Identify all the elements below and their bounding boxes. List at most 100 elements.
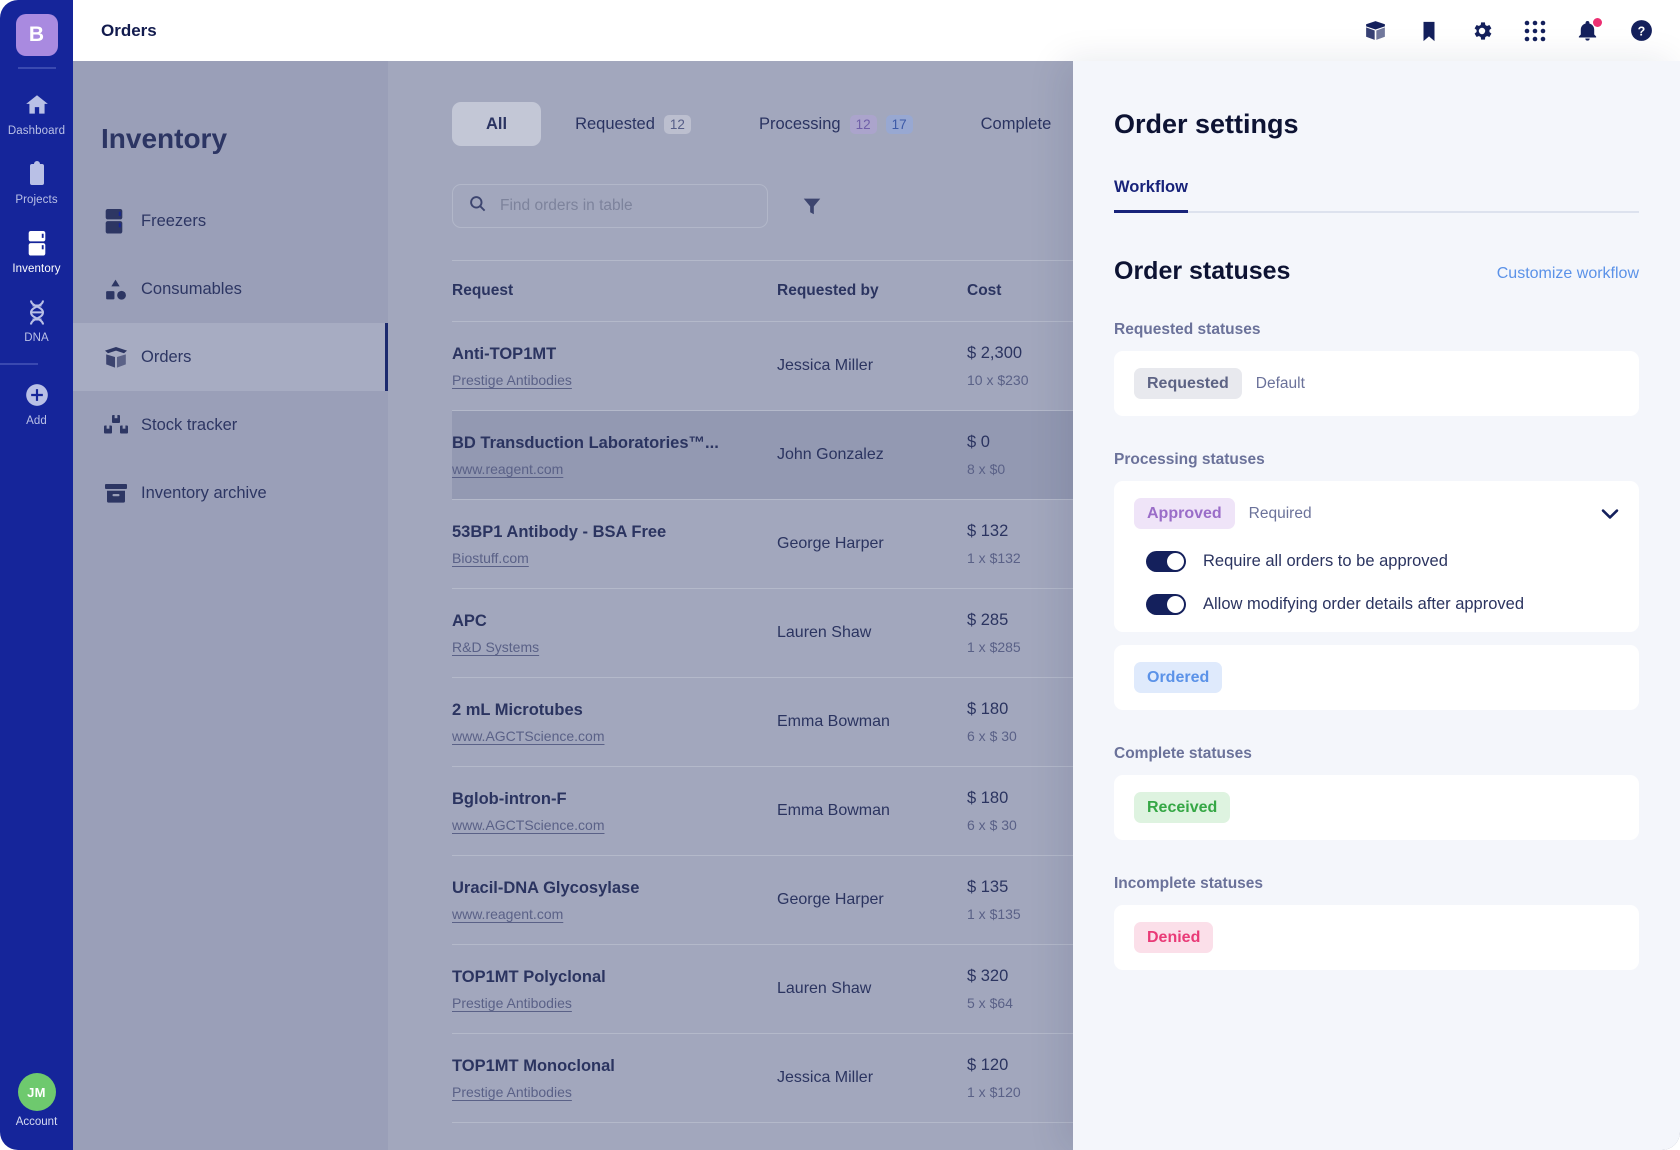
status-card[interactable]: Received bbox=[1114, 775, 1639, 840]
status-card[interactable]: Denied bbox=[1114, 905, 1639, 970]
account-label: Account bbox=[15, 1116, 58, 1128]
rail-item-label: Add bbox=[26, 415, 47, 427]
svg-text:?: ? bbox=[1638, 24, 1646, 38]
open-box-icon bbox=[103, 345, 141, 369]
top-bar: Orders ? bbox=[73, 0, 1680, 61]
tab-workflow[interactable]: Workflow bbox=[1114, 178, 1188, 213]
tab-label: Processing bbox=[758, 114, 841, 133]
account-button[interactable]: JM Account bbox=[0, 1073, 73, 1128]
fridge-icon bbox=[26, 228, 48, 258]
status-card[interactable]: Approved Required Require all orders to be… bbox=[1114, 481, 1639, 632]
order-vendor-link[interactable]: Prestige Antibodies bbox=[452, 1084, 777, 1100]
help-icon[interactable]: ? bbox=[1629, 18, 1654, 43]
status-card-header: Approved Required bbox=[1134, 498, 1619, 529]
status-chip[interactable]: Ordered bbox=[1134, 662, 1223, 693]
subnav-list: Freezers Consumables Orders Stock tracker In… bbox=[73, 187, 388, 527]
boxes-icon bbox=[103, 413, 141, 437]
rail-divider-top bbox=[17, 67, 56, 69]
shapes-icon bbox=[103, 277, 141, 302]
order-vendor-link[interactable]: www.reagent.com bbox=[452, 906, 777, 922]
order-title: Bglob-intron-F bbox=[452, 789, 567, 808]
order-settings-panel: Order settings Workflow Order statuses C… bbox=[1073, 61, 1680, 1150]
subnav-item-stock-tracker[interactable]: Stock tracker bbox=[73, 391, 388, 459]
search-input[interactable]: Find orders in table bbox=[452, 184, 768, 228]
toggle-switch[interactable] bbox=[1146, 551, 1186, 572]
tab-complete[interactable]: Complete bbox=[947, 102, 1086, 146]
home-icon bbox=[24, 90, 50, 120]
customize-workflow-link[interactable]: Customize workflow bbox=[1497, 265, 1639, 286]
rail-item-label: Dashboard bbox=[7, 125, 66, 137]
status-chip[interactable]: Received bbox=[1134, 792, 1231, 823]
search-placeholder: Find orders in table bbox=[500, 197, 633, 214]
dna-icon bbox=[25, 297, 49, 327]
bookmark-icon[interactable] bbox=[1418, 19, 1440, 43]
tab-badge: 12 bbox=[849, 114, 877, 134]
status-chip[interactable]: Denied bbox=[1134, 922, 1214, 953]
toggle-label: Allow modifying order details after appr… bbox=[1203, 595, 1525, 613]
status-group-label: Complete statuses bbox=[1114, 745, 1252, 762]
column-header-request[interactable]: Request bbox=[452, 282, 777, 300]
subnav-item-label: Orders bbox=[141, 347, 192, 366]
order-requested-by: Jessica Miller bbox=[777, 357, 874, 374]
order-requested-by: Lauren Shaw bbox=[777, 980, 872, 997]
chevron-down-icon[interactable] bbox=[1601, 508, 1619, 520]
apps-grid-icon[interactable] bbox=[1524, 20, 1546, 42]
tab-badge: 12 bbox=[663, 114, 691, 134]
rail-item-dashboard[interactable]: Dashboard bbox=[0, 77, 73, 146]
panel-tabs: Workflow bbox=[1114, 178, 1639, 213]
status-chip[interactable]: Requested bbox=[1134, 368, 1242, 399]
order-vendor-link[interactable]: Prestige Antibodies bbox=[452, 372, 777, 388]
tab-all[interactable]: All bbox=[452, 102, 542, 146]
status-card[interactable]: Ordered bbox=[1114, 645, 1639, 710]
order-title: Anti-TOP1MT bbox=[452, 344, 557, 363]
subnav-title: Inventory bbox=[101, 123, 228, 154]
subnav-item-freezers[interactable]: Freezers bbox=[73, 187, 388, 255]
app-logo[interactable]: B bbox=[15, 14, 58, 56]
order-vendor-link[interactable]: www.reagent.com bbox=[452, 461, 777, 477]
toggle-label: Require all orders to be approved bbox=[1203, 552, 1448, 570]
tab-badge: 17 bbox=[885, 114, 913, 134]
status-card[interactable]: Requested Default bbox=[1114, 351, 1639, 416]
subnav-item-inventory-archive[interactable]: Inventory archive bbox=[73, 459, 388, 527]
subnav-item-consumables[interactable]: Consumables bbox=[73, 255, 388, 323]
subnav-item-label: Inventory archive bbox=[141, 483, 267, 502]
gear-icon[interactable] bbox=[1470, 19, 1494, 43]
status-note: Default bbox=[1255, 374, 1305, 392]
tab-requested[interactable]: Requested 12 bbox=[541, 102, 725, 146]
box-icon[interactable] bbox=[1363, 18, 1388, 43]
notification-dot bbox=[1593, 17, 1602, 27]
toggle-switch[interactable] bbox=[1146, 594, 1186, 615]
order-requested-by: Jessica Miller bbox=[777, 1069, 874, 1086]
order-requested-by: Lauren Shaw bbox=[777, 624, 872, 641]
fridge-icon bbox=[103, 208, 141, 235]
page-title: Orders bbox=[101, 20, 157, 40]
status-chip[interactable]: Approved bbox=[1134, 498, 1235, 529]
rail-item-projects[interactable]: Projects bbox=[0, 146, 73, 215]
inventory-subnav: Inventory Freezers Consumables Orders Stock… bbox=[73, 61, 388, 1150]
order-title: TOP1MT Polyclonal bbox=[452, 967, 606, 986]
primary-nav-rail: B Dashboard Projects Inventory DNA Add JM Ac… bbox=[0, 0, 73, 1150]
rail-item-dna[interactable]: DNA bbox=[0, 284, 73, 353]
rail-items: Dashboard Projects Inventory DNA Add bbox=[0, 77, 73, 436]
subnav-item-orders[interactable]: Orders bbox=[73, 323, 388, 391]
archive-icon bbox=[103, 481, 141, 505]
order-vendor-link[interactable]: www.AGCTScience.com bbox=[452, 728, 777, 744]
filter-icon[interactable] bbox=[801, 195, 823, 217]
rail-item-label: DNA bbox=[24, 332, 49, 344]
bell-icon[interactable] bbox=[1576, 17, 1602, 43]
order-vendor-link[interactable]: www.AGCTScience.com bbox=[452, 817, 777, 833]
column-header-requested-by[interactable]: Requested by bbox=[777, 282, 967, 300]
tab-processing[interactable]: Processing 12 17 bbox=[725, 102, 947, 146]
status-card-header: Denied bbox=[1134, 922, 1619, 953]
tab-label: All bbox=[486, 114, 508, 133]
order-title: TOP1MT Monoclonal bbox=[452, 1056, 615, 1075]
order-vendor-link[interactable]: Biostuff.com bbox=[452, 550, 777, 566]
order-vendor-link[interactable]: Prestige Antibodies bbox=[452, 995, 777, 1011]
order-statuses-header: Order statuses Customize workflow bbox=[1114, 257, 1639, 286]
order-title: Uracil-DNA Glycosylase bbox=[452, 878, 640, 897]
order-vendor-link[interactable]: R&D Systems bbox=[452, 639, 777, 655]
rail-item-inventory[interactable]: Inventory bbox=[0, 215, 73, 284]
order-requested-by: Emma Bowman bbox=[777, 713, 890, 730]
rail-item-add[interactable]: Add bbox=[0, 367, 73, 436]
tab-label: Requested bbox=[575, 114, 655, 133]
